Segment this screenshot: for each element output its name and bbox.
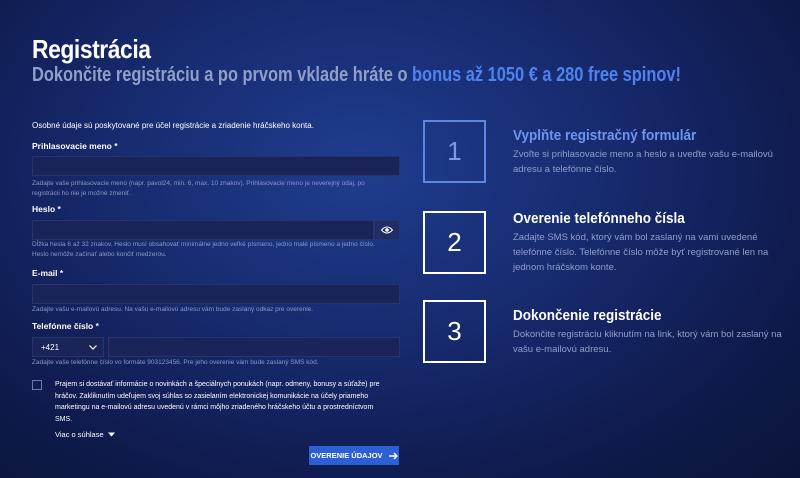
username-label: Prihlasovacie meno * xyxy=(32,141,118,151)
step-3-number: 3 xyxy=(423,300,486,363)
step-1-title: Vyplňte registračný formulár xyxy=(513,127,697,144)
step-2-number: 2 xyxy=(423,211,486,274)
username-help: Zadajte vaše prihlasovacie meno (napr. p… xyxy=(32,180,365,197)
marketing-consent-text: Prajem si dostávať informácie o novinkác… xyxy=(55,381,380,423)
step-3-title: Dokončenie registrácie xyxy=(513,307,662,324)
step-1-desc: Zvoľte si prihlasovacie meno a heslo a u… xyxy=(513,149,773,175)
verify-data-button[interactable]: OVERENIE ÚDAJOV xyxy=(309,446,399,465)
password-help: Dĺžka hesla 6 až 32 znakov. Heslo musí o… xyxy=(32,241,375,258)
bonus-highlight: bonus až 1050 € a 280 free spinov! xyxy=(412,64,681,86)
email-input[interactable] xyxy=(32,284,400,304)
caret-down-icon xyxy=(107,432,115,437)
phone-prefix-select[interactable]: +421 xyxy=(32,337,104,357)
phone-input[interactable] xyxy=(108,337,400,357)
form-intro: Osobné údaje sú poskytované pre účel reg… xyxy=(32,121,314,130)
arrow-right-icon xyxy=(388,452,398,459)
phone-prefix-value: +421 xyxy=(41,342,60,352)
password-input[interactable] xyxy=(32,220,374,240)
subtitle-text: Dokončite registráciu a po prvom vklade … xyxy=(32,64,413,86)
eye-icon xyxy=(381,226,393,234)
password-visibility-button[interactable] xyxy=(374,220,400,240)
step-1-number: 1 xyxy=(423,120,486,183)
step-3-desc: Dokončite registráciu kliknutím na link,… xyxy=(513,329,782,355)
phone-help: Zadajte vaše telefónne číslo vo formáte … xyxy=(32,359,319,366)
consent-more-link[interactable]: Viac o súhlase xyxy=(55,430,115,439)
step-2-desc: Zadajte SMS kód, ktorý vám bol zaslaný n… xyxy=(513,232,769,273)
verify-data-label: OVERENIE ÚDAJOV xyxy=(310,451,383,460)
step-2-title: Overenie telefónneho čísla xyxy=(513,210,685,227)
username-input[interactable] xyxy=(32,156,400,176)
phone-label: Telefónne číslo * xyxy=(32,321,99,331)
chevron-down-icon xyxy=(89,344,97,350)
marketing-consent-checkbox[interactable] xyxy=(32,380,42,390)
password-label: Heslo * xyxy=(32,204,61,214)
email-label: E-mail * xyxy=(32,268,64,278)
page-subtitle: Dokončite registráciu a po prvom vklade … xyxy=(32,64,681,87)
email-help: Zadajte vašu e-mailovú adresu. Na vašu e… xyxy=(32,306,314,313)
consent-more-label: Viac o súhlase xyxy=(55,430,104,439)
page-title: Registrácia xyxy=(32,34,151,64)
